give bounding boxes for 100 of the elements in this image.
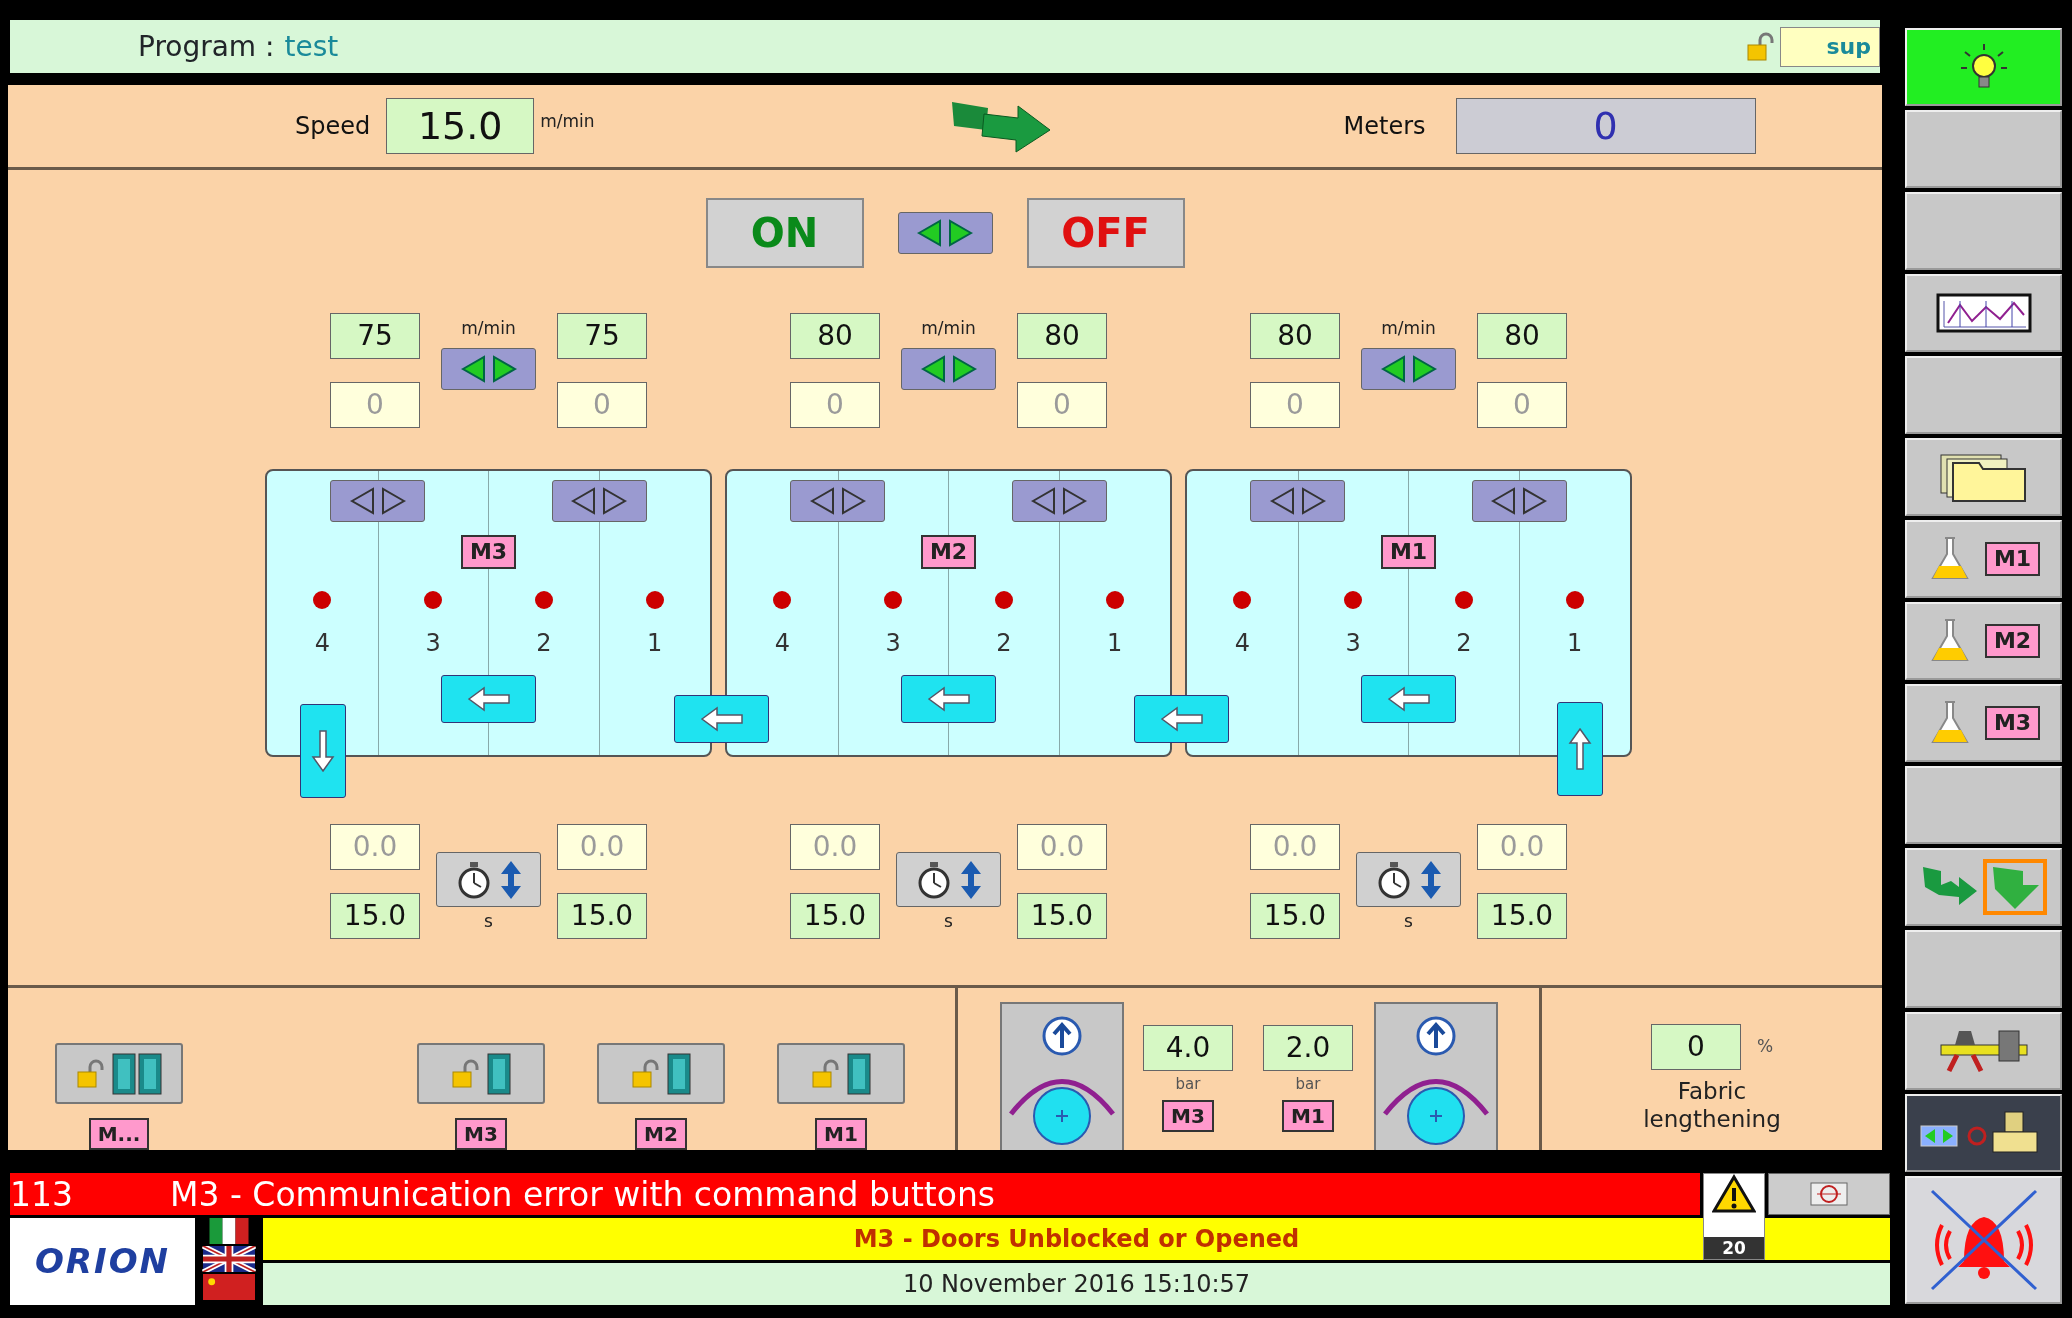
- left-arrow-icon: [698, 705, 745, 733]
- section-number: 3: [885, 628, 901, 659]
- padlock-icon: [76, 1058, 106, 1089]
- time-setpoint-field[interactable]: 15.0: [1017, 893, 1107, 939]
- timer-button[interactable]: [1356, 852, 1461, 907]
- setpoint-field[interactable]: 80: [1017, 313, 1107, 359]
- actual-time: 0.0: [1017, 824, 1107, 870]
- padlock-icon: [451, 1058, 481, 1089]
- recipe-button[interactable]: M2: [1905, 602, 2062, 680]
- valve-button[interactable]: [1905, 1094, 2062, 1172]
- alarm-code: 113: [10, 1177, 74, 1211]
- up-down-arrows-icon: [1419, 859, 1442, 900]
- actual-time: 0.0: [1250, 824, 1340, 870]
- up-arrow-icon: [1568, 727, 1592, 771]
- speed-sync-button[interactable]: [1361, 348, 1456, 390]
- speed-field[interactable]: 15.0: [386, 98, 535, 154]
- user-level[interactable]: sup: [1780, 26, 1880, 67]
- section-number: 4: [314, 628, 330, 659]
- setpoint-field[interactable]: 80: [790, 313, 880, 359]
- unload-button[interactable]: [300, 704, 346, 798]
- door-button[interactable]: [417, 1043, 545, 1104]
- section-shift-button[interactable]: [790, 480, 886, 522]
- pressure-field[interactable]: 2.0: [1263, 1025, 1353, 1071]
- transfer-button[interactable]: [441, 675, 536, 723]
- actual-value: 0: [790, 382, 880, 428]
- roller-button[interactable]: [1000, 1002, 1124, 1150]
- section-shift-button[interactable]: [551, 480, 647, 522]
- folder-icon: [1938, 451, 2029, 503]
- actual-time: 0.0: [1477, 824, 1567, 870]
- speed-unit: m/min: [461, 317, 516, 340]
- alarm-button[interactable]: [1905, 1176, 2062, 1304]
- machine-tag: M1: [815, 1118, 867, 1150]
- transfer-button[interactable]: [674, 695, 769, 743]
- warning-button[interactable]: 20: [1703, 1173, 1765, 1260]
- setpoint-field[interactable]: 75: [557, 313, 647, 359]
- program-name: test: [284, 28, 339, 65]
- door-button[interactable]: [55, 1043, 183, 1104]
- direction-button[interactable]: [897, 212, 993, 254]
- setpoint-field[interactable]: 80: [1477, 313, 1567, 359]
- padlock-icon: [1746, 31, 1776, 62]
- machine-tag: M2: [920, 535, 977, 569]
- section-number: 1: [1107, 628, 1123, 659]
- up-down-arrows-icon: [959, 859, 982, 900]
- left-right-arrows-icon: [915, 218, 975, 248]
- roller-button[interactable]: [1374, 1002, 1498, 1150]
- chart-icon: [1935, 293, 2032, 333]
- door-button[interactable]: [777, 1043, 905, 1104]
- folder-button[interactable]: [1905, 438, 2062, 516]
- machine-tag: M...: [88, 1118, 150, 1150]
- section-number: 4: [774, 628, 790, 659]
- warning-count: 20: [1704, 1237, 1764, 1259]
- time-setpoint-field[interactable]: 15.0: [790, 893, 880, 939]
- time-setpoint-field[interactable]: 15.0: [330, 893, 420, 939]
- timer-button[interactable]: [436, 852, 541, 907]
- pressure-field[interactable]: 4.0: [1143, 1025, 1233, 1071]
- section-number: 2: [1456, 628, 1472, 659]
- recipe-button[interactable]: M3: [1905, 684, 2062, 762]
- double-door-icon: [112, 1052, 162, 1095]
- alarm-history-button[interactable]: [1768, 1173, 1890, 1215]
- speed-sync-button[interactable]: [441, 348, 536, 390]
- machine-tag: M3: [460, 535, 517, 569]
- left-arrow-icon: [925, 685, 972, 713]
- left-arrow-icon: [465, 685, 512, 713]
- setpoint-field[interactable]: 80: [1250, 313, 1340, 359]
- door-icon: [487, 1052, 511, 1095]
- meters-display: 0: [1455, 98, 1756, 154]
- section-number: 3: [1345, 628, 1361, 659]
- left-arrow-icon: [1385, 685, 1432, 713]
- actual-value: 0: [330, 382, 420, 428]
- transfer-button[interactable]: [901, 675, 996, 723]
- fabric-field[interactable]: 0: [1650, 1024, 1741, 1070]
- alarm-message: M3 - Communication error with command buttons: [170, 1177, 996, 1211]
- timer-button[interactable]: [896, 852, 1001, 907]
- time-setpoint-field[interactable]: 15.0: [557, 893, 647, 939]
- section-shift-button[interactable]: [330, 480, 426, 522]
- setpoint-field[interactable]: 75: [330, 313, 420, 359]
- left-arrow-icon: [1158, 705, 1205, 733]
- warning-icon: [1712, 1174, 1756, 1214]
- logo-text: ORION: [34, 1240, 171, 1283]
- time-setpoint-field[interactable]: 15.0: [1250, 893, 1340, 939]
- transfer-button[interactable]: [1361, 675, 1456, 723]
- door-icon: [847, 1052, 871, 1095]
- speed-unit: m/min: [1381, 317, 1436, 340]
- machine-tag: M3: [1162, 1099, 1214, 1132]
- chart-button[interactable]: [1905, 274, 2062, 352]
- load-button[interactable]: [1557, 702, 1603, 796]
- tool-button[interactable]: [1905, 1012, 2062, 1090]
- actual-value: 0: [1477, 382, 1567, 428]
- section-number: 1: [1567, 628, 1583, 659]
- section-shift-button[interactable]: [1250, 480, 1346, 522]
- transfer-button[interactable]: [1134, 695, 1229, 743]
- padlock-icon: [631, 1058, 661, 1089]
- section-shift-button[interactable]: [1011, 480, 1107, 522]
- machine-tag: M2: [635, 1118, 687, 1150]
- speed-sync-button[interactable]: [901, 348, 996, 390]
- recipe-button[interactable]: M1: [1905, 520, 2062, 598]
- time-setpoint-field[interactable]: 15.0: [1477, 893, 1567, 939]
- section-shift-button[interactable]: [1471, 480, 1567, 522]
- door-button[interactable]: [597, 1043, 725, 1104]
- light-button[interactable]: [1905, 28, 2062, 106]
